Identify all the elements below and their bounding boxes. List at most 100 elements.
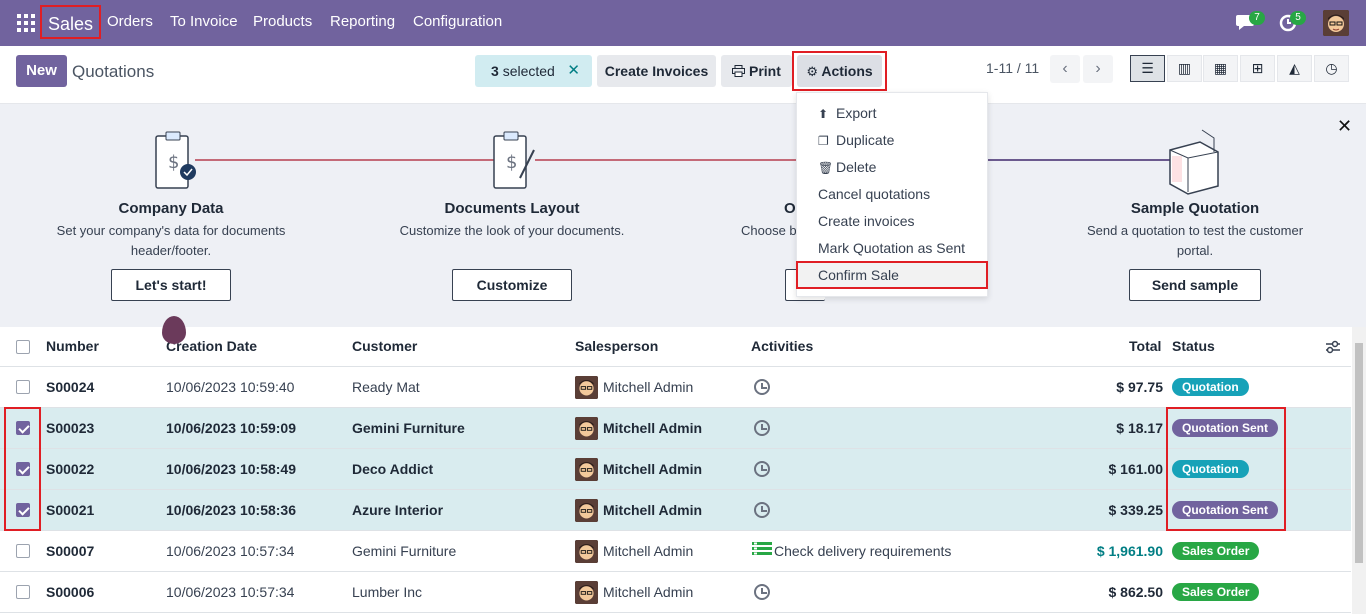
activity-list-icon[interactable] xyxy=(752,541,772,560)
menu-item-duplicate[interactable]: ❐ Duplicate xyxy=(797,127,987,154)
order-total: $ 97.75 xyxy=(1116,379,1163,395)
menu-to-invoice[interactable]: To Invoice xyxy=(170,13,238,30)
list-view-icon[interactable]: ☰ xyxy=(1130,55,1165,82)
menu-item-mark-quotation-sent[interactable]: Mark Quotation as Sent xyxy=(797,235,987,262)
row-checkbox[interactable] xyxy=(16,544,30,558)
status-highlight-box xyxy=(1166,407,1286,531)
pager-previous-icon[interactable]: ‹ xyxy=(1050,55,1080,83)
table-row[interactable]: S00024 10/06/2023 10:59:40 Ready Mat Mitche… xyxy=(0,367,1351,408)
sample-quotation-step-icon xyxy=(1169,129,1219,195)
user-avatar[interactable] xyxy=(1323,10,1349,36)
menu-configuration[interactable]: Configuration xyxy=(413,13,502,30)
onboarding-step-sample-quotation: Sample Quotation Send a quotation to tes… xyxy=(1064,200,1326,261)
column-status[interactable]: Status xyxy=(1172,338,1215,354)
column-total[interactable]: Total xyxy=(1129,338,1161,354)
scrollbar-thumb[interactable] xyxy=(1355,343,1363,563)
actions-highlight-box xyxy=(792,51,887,91)
step-title: O xyxy=(784,200,796,217)
checkbox-highlight-box xyxy=(4,407,41,531)
lets-start-button[interactable]: Let's start! xyxy=(111,269,231,301)
selected-label: selected xyxy=(502,63,555,79)
creation-date: 10/06/2023 10:57:34 xyxy=(166,543,295,559)
svg-text:$: $ xyxy=(168,152,179,173)
activity-summary[interactable]: Check delivery requirements xyxy=(774,543,951,559)
activity-clock-icon[interactable] xyxy=(754,379,770,395)
customer-name: Azure Interior xyxy=(352,502,444,518)
selected-count: 3 xyxy=(491,63,499,79)
selection-pill: 3 selected ✕ xyxy=(475,55,592,87)
activity-clock-icon[interactable] xyxy=(754,461,770,477)
graph-view-icon[interactable]: ◭ xyxy=(1277,55,1312,82)
printer-icon xyxy=(732,65,746,77)
create-invoices-button[interactable]: Create Invoices xyxy=(597,55,716,87)
table-header: Number Creation Date Customer Salesperso… xyxy=(0,327,1351,367)
column-salesperson[interactable]: Salesperson xyxy=(575,338,658,354)
column-customer[interactable]: Customer xyxy=(352,338,417,354)
creation-date: 10/06/2023 10:59:09 xyxy=(166,420,296,436)
step-description-line: Set your company's data for documents xyxy=(56,223,286,238)
menu-item-delete[interactable]: 🗑 Delete xyxy=(797,154,987,181)
optional-columns-icon[interactable] xyxy=(1325,339,1341,355)
send-sample-button[interactable]: Send sample xyxy=(1129,269,1261,301)
print-label: Print xyxy=(749,63,781,79)
menu-item-label: Duplicate xyxy=(836,132,895,148)
step-description-line: header/footer. xyxy=(130,243,212,258)
menu-item-export[interactable]: ⬆ Export xyxy=(797,100,987,127)
table-row[interactable]: S00022 10/06/2023 10:58:49 Deco Addict Mitc… xyxy=(0,449,1351,490)
salesperson-avatar xyxy=(575,458,598,481)
table-row[interactable]: S00021 10/06/2023 10:58:36 Azure Interior M… xyxy=(0,490,1351,531)
kanban-view-icon[interactable]: ▥ xyxy=(1167,55,1202,82)
menu-products[interactable]: Products xyxy=(253,13,312,30)
customize-button[interactable]: Customize xyxy=(452,269,572,301)
pivot-view-icon[interactable]: ⊞ xyxy=(1240,55,1275,82)
menu-item-create-invoices[interactable]: Create invoices xyxy=(797,208,987,235)
salesperson-name: Mitchell Admin xyxy=(603,502,703,518)
activity-view-icon[interactable]: ◷ xyxy=(1314,55,1349,82)
row-checkbox[interactable] xyxy=(16,380,30,394)
column-number[interactable]: Number xyxy=(46,338,99,354)
unselect-close-icon[interactable]: ✕ xyxy=(567,55,580,87)
select-all-checkbox[interactable] xyxy=(16,340,30,354)
creation-date: 10/06/2023 10:58:49 xyxy=(166,461,296,477)
table-row[interactable]: S00007 10/06/2023 10:57:34 Gemini Furnitur… xyxy=(0,531,1351,572)
drop-marker-icon xyxy=(162,316,186,344)
table-row[interactable]: S00006 10/06/2023 10:57:34 Lumber Inc Mitch… xyxy=(0,572,1351,613)
table-row[interactable]: S00023 10/06/2023 10:59:09 Gemini Furnitur… xyxy=(0,408,1351,449)
menu-reporting[interactable]: Reporting xyxy=(330,13,395,30)
copy-icon: ❐ xyxy=(818,134,829,148)
activities-count-badge: 5 xyxy=(1290,11,1306,25)
menu-item-cancel-quotations[interactable]: Cancel quotations xyxy=(797,181,987,208)
customer-name: Deco Addict xyxy=(352,461,434,477)
calendar-view-icon[interactable]: ▦ xyxy=(1203,55,1238,82)
close-banner-icon[interactable]: ✕ xyxy=(1337,116,1352,137)
apps-menu-icon[interactable] xyxy=(17,14,35,32)
activity-clock-icon[interactable] xyxy=(754,584,770,600)
salesperson-name: Mitchell Admin xyxy=(603,584,694,600)
pager-value[interactable]: 1-11 / 11 xyxy=(986,60,1039,76)
menu-item-label: Delete xyxy=(836,159,877,175)
order-number: S00024 xyxy=(46,379,95,395)
step-title: Company Data xyxy=(118,200,224,217)
activity-clock-icon[interactable] xyxy=(754,420,770,436)
salesperson-avatar xyxy=(575,417,598,440)
customer-name: Ready Mat xyxy=(352,379,420,395)
creation-date: 10/06/2023 10:57:34 xyxy=(166,584,295,600)
print-button[interactable]: Print xyxy=(721,55,792,87)
table-scrollbar[interactable] xyxy=(1352,327,1366,614)
svg-text:$: $ xyxy=(506,152,517,173)
step-title: Documents Layout xyxy=(444,200,580,217)
salesperson-avatar xyxy=(575,499,598,522)
order-number: S00007 xyxy=(46,543,95,559)
salesperson-avatar xyxy=(575,376,598,399)
menu-orders[interactable]: Orders xyxy=(107,13,153,30)
top-navbar: Sales Orders To Invoice Products Reporti… xyxy=(0,0,1366,46)
pager-next-icon[interactable]: › xyxy=(1083,55,1113,83)
activity-clock-icon[interactable] xyxy=(754,502,770,518)
step-description: Set your company's data for documents he… xyxy=(40,221,302,261)
app-brand-sales[interactable]: Sales xyxy=(40,5,102,39)
new-button[interactable]: New xyxy=(16,55,67,87)
messages-count-badge: 7 xyxy=(1249,11,1265,25)
row-checkbox[interactable] xyxy=(16,585,30,599)
salesperson-name: Mitchell Admin xyxy=(603,420,703,436)
column-activities[interactable]: Activities xyxy=(751,338,813,354)
